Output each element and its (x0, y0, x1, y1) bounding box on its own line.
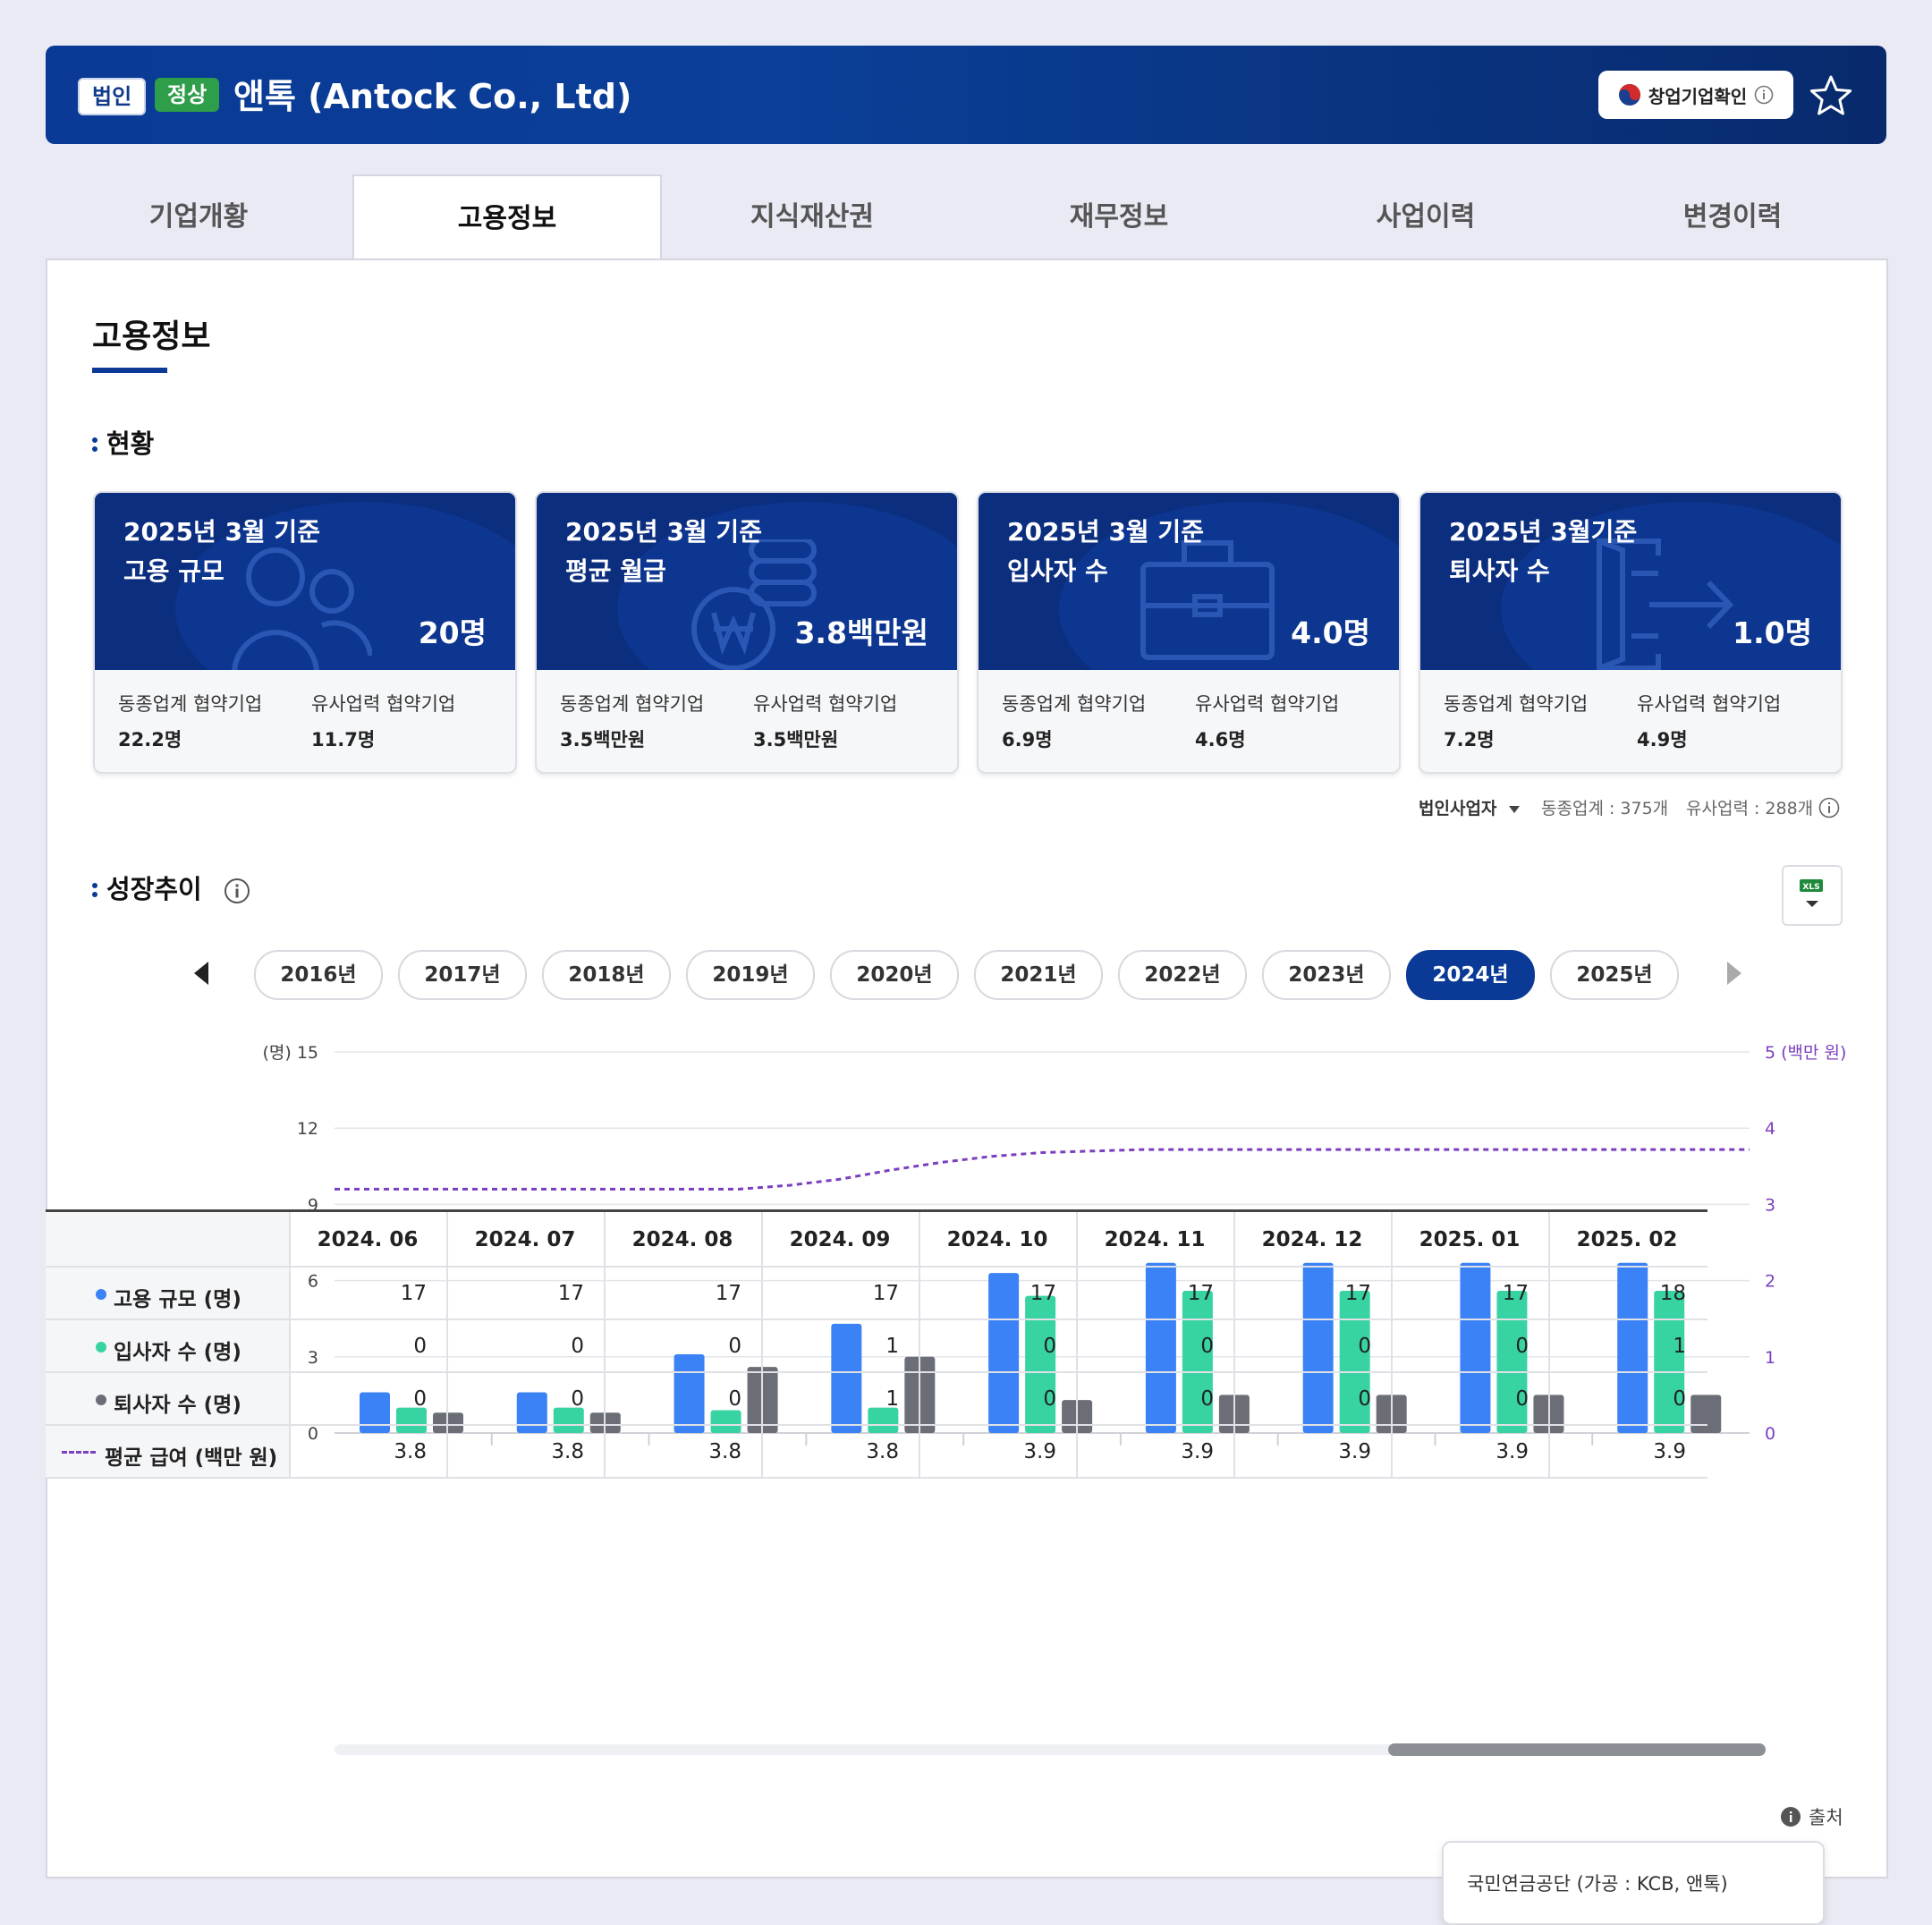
table-cell: 0 (571, 1335, 584, 1358)
table-cell: 0 (728, 1387, 741, 1411)
table-cell: 3.9 (1023, 1440, 1056, 1463)
y-right-tick-label: 5 (백만 원) (1765, 1043, 1846, 1063)
column-header: 2024. 11 (1104, 1228, 1206, 1251)
table-cell: 3.8 (708, 1440, 741, 1463)
column-header: 2024. 06 (317, 1228, 419, 1251)
avg-salary-line (335, 1148, 1750, 1191)
table-cell: 17 (557, 1282, 584, 1305)
row-label: 고용 규모 (명) (46, 1268, 289, 1319)
info-filled-icon (1781, 1807, 1801, 1827)
row-label-text: 고용 규모 (명) (114, 1288, 242, 1311)
table-cell: 17 (1502, 1282, 1529, 1305)
y-right-tick-label: 1 (1765, 1348, 1775, 1368)
table-cell: 3.9 (1338, 1440, 1371, 1463)
table-cell: 17 (715, 1282, 741, 1305)
source-tooltip: 국민연금공단 (가공 : KCB, 앤톡) (1442, 1841, 1825, 1925)
table-row: 평균 급여 (백만 원) 3.8 3.8 3.8 3.8 3.9 3.9 3.9 3.9 3.9 (46, 1426, 1707, 1479)
table-cell: 1 (886, 1387, 899, 1411)
series-dot-icon (96, 1395, 106, 1405)
table-cell: 1 (1673, 1335, 1686, 1358)
table-cell: 0 (413, 1335, 427, 1358)
column-header: 2024. 08 (631, 1228, 733, 1251)
series-dot-icon (96, 1289, 106, 1300)
series-dot-icon (96, 1342, 106, 1353)
table-cell: 17 (1187, 1282, 1214, 1305)
table-cell: 0 (413, 1387, 427, 1411)
table-cell: 0 (728, 1335, 741, 1358)
table-cell: 18 (1659, 1282, 1686, 1305)
table-cell: 3.9 (1496, 1440, 1529, 1463)
table-cell: 17 (1030, 1282, 1056, 1305)
table-cell: 3.9 (1181, 1440, 1214, 1463)
table-row: 퇴사자 수 (명) 0 0 0 1 0 0 0 0 0 (46, 1373, 1707, 1426)
row-label-text: 입사자 수 (명) (114, 1341, 242, 1364)
y-right-tick-label: 3 (1765, 1195, 1775, 1215)
y-left-tick-label: 12 (297, 1119, 318, 1139)
row-label-text: 평균 급여 (백만 원) (105, 1446, 278, 1470)
source-text: 국민연금공단 (가공 : KCB, 앤톡) (1467, 1873, 1728, 1895)
table-cell: 0 (571, 1387, 584, 1411)
table-cell: 0 (1515, 1335, 1529, 1358)
table-header-row: 2024. 06 2024. 07 2024. 08 2024. 09 2024. 10… (46, 1212, 1707, 1477)
table-cell: 17 (1344, 1282, 1371, 1305)
table-cell: 0 (1673, 1387, 1686, 1411)
column-header: 2024. 09 (789, 1228, 891, 1251)
y-right-tick-label: 4 (1765, 1119, 1775, 1139)
series-dash-icon (62, 1451, 96, 1454)
table-cell: 0 (1200, 1335, 1214, 1358)
row-label: 평균 급여 (백만 원) (46, 1426, 289, 1477)
table-cell: 17 (400, 1282, 427, 1305)
table-cell: 1 (886, 1335, 899, 1358)
table-row: 입사자 수 (명) 0 0 0 1 0 0 0 0 1 (46, 1320, 1707, 1373)
table-corner (46, 1212, 289, 1266)
table-cell: 3.8 (551, 1440, 584, 1463)
row-label-text: 퇴사자 수 (명) (114, 1394, 242, 1417)
column-header: 2025. 02 (1576, 1228, 1678, 1251)
source-button[interactable]: 출처 (1780, 1803, 1843, 1830)
table-cell: 0 (1043, 1335, 1056, 1358)
source-label: 출처 (1809, 1807, 1843, 1828)
table-cell: 0 (1358, 1335, 1371, 1358)
column-header: 2025. 01 (1419, 1228, 1521, 1251)
row-label: 입사자 수 (명) (46, 1320, 289, 1371)
y-left-tick-label: (명) 15 (262, 1043, 318, 1063)
row-label: 퇴사자 수 (명) (46, 1373, 289, 1424)
table-cell: 0 (1515, 1387, 1529, 1411)
column-header: 2024. 07 (474, 1228, 576, 1251)
column-header: 2024. 12 (1261, 1228, 1363, 1251)
table-cell: 0 (1358, 1387, 1371, 1411)
table-cell: 0 (1043, 1387, 1056, 1411)
table-cell: 3.9 (1653, 1440, 1686, 1463)
table-scroll-thumb[interactable] (1388, 1743, 1766, 1756)
table-cell: 3.8 (866, 1440, 899, 1463)
table-row: 고용 규모 (명) 17 17 17 17 17 17 17 17 18 (46, 1268, 1707, 1320)
table-cell: 17 (872, 1282, 899, 1305)
y-right-tick-label: 0 (1765, 1424, 1775, 1444)
y-right-tick-label: 2 (1765, 1272, 1775, 1292)
table-cell: 3.8 (394, 1440, 427, 1463)
table-cell: 0 (1200, 1387, 1214, 1411)
column-header: 2024. 10 (946, 1228, 1048, 1251)
